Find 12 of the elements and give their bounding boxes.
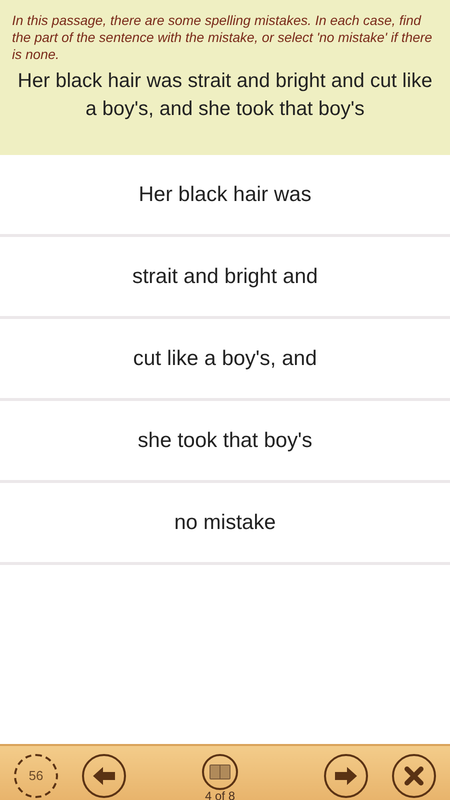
progress-text: 4 of 8 <box>204 790 236 800</box>
left-arrow-icon <box>92 766 116 786</box>
back-button[interactable] <box>82 754 126 798</box>
timer: 56 <box>14 754 58 798</box>
book-button[interactable] <box>202 754 238 790</box>
instructions-text: In this passage, there are some spelling mistakes. In each case, find the part of the sentence with the mistake, or select 'no mistake' if there is none. <box>12 12 434 63</box>
close-icon <box>404 766 424 786</box>
right-arrow-icon <box>334 766 358 786</box>
passage-text: Her black hair was strait and bright and cut like a boy's, and she took that boy's <box>16 69 434 122</box>
close-button[interactable] <box>392 754 436 798</box>
book-icon <box>209 764 231 780</box>
next-button[interactable] <box>324 754 368 798</box>
